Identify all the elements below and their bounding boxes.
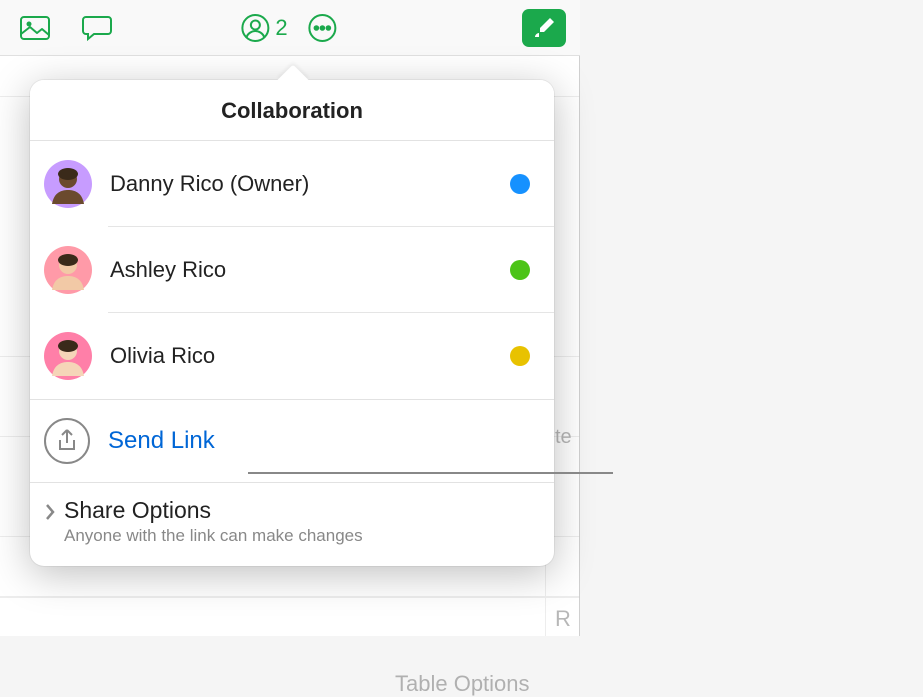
- status-dot: [510, 260, 530, 280]
- send-link-button[interactable]: Send Link: [30, 400, 554, 483]
- bg-table-options: Table Options: [395, 671, 530, 697]
- share-icon: [44, 418, 90, 464]
- comment-icon[interactable]: [80, 11, 114, 45]
- collab-count: 2: [275, 15, 287, 41]
- share-options-title: Share Options: [64, 497, 363, 524]
- toolbar: 2: [0, 0, 580, 56]
- participant-row[interactable]: Danny Rico (Owner): [30, 141, 554, 227]
- format-brush-button[interactable]: [522, 9, 566, 47]
- media-icon[interactable]: [18, 11, 52, 45]
- more-icon[interactable]: [306, 11, 340, 45]
- callout-line: [248, 472, 613, 474]
- avatar: [44, 332, 92, 380]
- popover-title: Collaboration: [30, 80, 554, 141]
- collaboration-button[interactable]: 2: [240, 13, 287, 43]
- bg-text: te: [555, 426, 572, 449]
- collaboration-popover: Collaboration Danny Rico (Owner) Ashley R…: [30, 80, 554, 566]
- participant-row[interactable]: Ashley Rico: [30, 227, 554, 313]
- chevron-right-icon: [44, 503, 56, 526]
- participant-name: Danny Rico (Owner): [110, 171, 510, 197]
- share-options-subtitle: Anyone with the link can make changes: [64, 526, 363, 546]
- share-options-button[interactable]: Share Options Anyone with the link can m…: [30, 483, 554, 566]
- participant-name: Olivia Rico: [110, 343, 510, 369]
- avatar: [44, 246, 92, 294]
- send-link-label: Send Link: [108, 427, 215, 455]
- bg-text: R: [555, 606, 571, 632]
- status-dot: [510, 346, 530, 366]
- status-dot: [510, 174, 530, 194]
- avatar: [44, 160, 92, 208]
- toolbar-right: [522, 9, 566, 47]
- participant-list: Danny Rico (Owner) Ashley Rico Olivia Rico: [30, 141, 554, 400]
- toolbar-center: 2: [240, 11, 339, 45]
- participant-name: Ashley Rico: [110, 257, 510, 283]
- participant-row[interactable]: Olivia Rico: [30, 313, 554, 399]
